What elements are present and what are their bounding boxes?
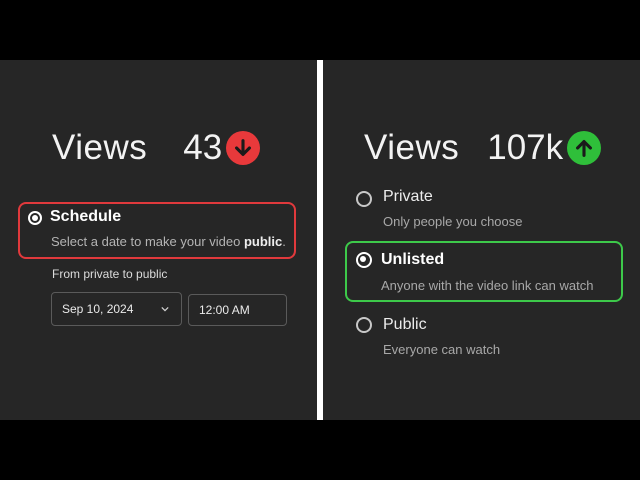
chevron-down-icon xyxy=(161,306,169,312)
schedule-option-title: Schedule xyxy=(50,208,122,225)
date-value: Sep 10, 2024 xyxy=(62,302,134,316)
time-value: 12:00 AM xyxy=(199,303,250,317)
public-option-subtitle: Everyone can watch xyxy=(383,342,501,357)
date-select[interactable]: Sep 10, 2024 xyxy=(51,292,182,326)
left-views-stat: Views 43 xyxy=(52,126,261,170)
unlisted-option-subtitle: Anyone with the video link can watch xyxy=(381,278,594,293)
right-panel xyxy=(323,60,640,420)
arrow-down-icon xyxy=(226,131,261,165)
unlisted-option-title: Unlisted xyxy=(381,251,445,268)
schedule-option-subtitle: Select a date to make your video public. xyxy=(51,234,286,249)
left-views-label: Views xyxy=(52,128,148,167)
unlisted-radio[interactable] xyxy=(356,252,372,268)
private-option-subtitle: Only people you choose xyxy=(383,214,523,229)
schedule-radio[interactable] xyxy=(28,211,42,225)
public-option-title: Public xyxy=(383,316,427,333)
right-views-count: 107k xyxy=(487,128,564,167)
private-option-title: Private xyxy=(383,188,433,205)
time-select[interactable]: 12:00 AM xyxy=(188,294,287,326)
from-private-label: From private to public xyxy=(52,267,168,281)
arrow-up-icon xyxy=(567,131,602,165)
public-radio[interactable] xyxy=(356,317,372,333)
right-views-stat: Views 107k xyxy=(364,126,602,170)
right-views-label: Views xyxy=(364,128,460,167)
private-radio[interactable] xyxy=(356,191,372,207)
left-views-count: 43 xyxy=(183,128,223,167)
